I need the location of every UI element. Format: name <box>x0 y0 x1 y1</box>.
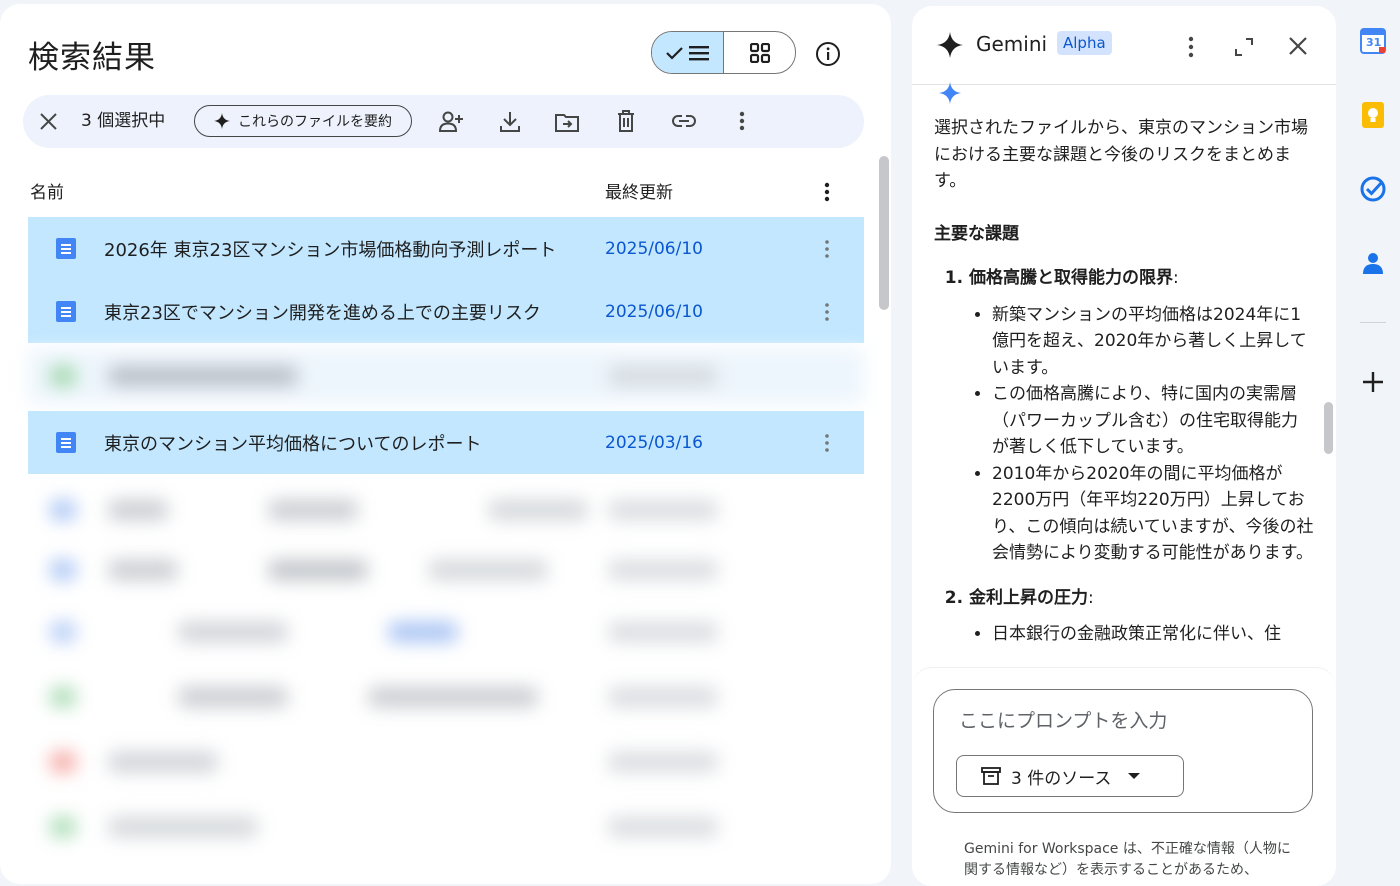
list-view-icon <box>689 45 709 60</box>
google-docs-icon <box>56 301 76 322</box>
bullet: 新築マンションの平均価格は2024年に1億円を超え、2020年から著しく上昇して… <box>992 302 1314 382</box>
blurred-row <box>28 604 864 660</box>
add-icon[interactable] <box>1360 369 1386 395</box>
close-icon[interactable] <box>1289 37 1307 55</box>
summarize-files-button[interactable]: これらのファイルを要約 <box>194 105 412 137</box>
close-icon[interactable] <box>40 113 57 130</box>
column-name[interactable]: 名前 <box>30 178 64 203</box>
more-vert-icon[interactable] <box>1188 36 1194 58</box>
gemini-sparkle-icon <box>937 32 963 58</box>
more-vert-icon[interactable] <box>739 111 745 131</box>
row-more-icon[interactable] <box>824 433 830 453</box>
bullet: 日本銀行の金融政策正常化に伴い、住 <box>992 621 1314 648</box>
file-date: 2025/06/10 <box>605 301 703 322</box>
gemini-header: Gemini Alpha <box>912 6 1336 85</box>
gemini-side-panel: Gemini Alpha 選択されたファイルから、東京のマンション市場における主… <box>912 6 1336 886</box>
selection-count: 3 個選択中 <box>81 111 166 131</box>
rail-divider <box>1360 322 1386 323</box>
file-date: 2025/03/16 <box>605 432 703 453</box>
issue-item: 価格高騰と取得能力の限界: 新築マンションの平均価格は2024年に1億円を超え、… <box>969 265 1314 567</box>
move-to-folder-icon[interactable] <box>555 112 579 132</box>
issue-list: 価格高騰と取得能力の限界: 新築マンションの平均価格は2024年に1億円を超え、… <box>934 265 1314 648</box>
prompt-input[interactable] <box>957 709 1291 733</box>
issue-title: 金利上昇の圧力 <box>969 587 1088 608</box>
issue-title: 価格高騰と取得能力の限界 <box>969 268 1173 288</box>
disclaimer: Gemini for Workspace は、不正確な情報（人物に関する情報など… <box>964 841 1291 878</box>
gemini-title: Gemini <box>976 32 1048 56</box>
prompt-box: 3 件のソース <box>933 689 1313 813</box>
issue-bullets: 日本銀行の金融政策正常化に伴い、住 <box>969 621 1314 648</box>
file-row[interactable]: 東京23区でマンション開発を進める上での主要リスク 2025/06/10 <box>28 280 864 343</box>
row-more-icon[interactable] <box>824 302 830 322</box>
selection-action-bar: 3 個選択中 これらのファイルを要約 <box>23 95 864 148</box>
blurred-row <box>28 669 864 725</box>
grid-view-icon <box>749 42 770 63</box>
file-row[interactable]: 東京のマンション平均価格についてのレポート 2025/03/16 <box>28 411 864 474</box>
summarize-label: これらのファイルを要約 <box>238 114 392 130</box>
google-docs-icon <box>56 238 76 259</box>
issue-item: 金利上昇の圧力: 日本銀行の金融政策正常化に伴い、住 <box>969 585 1314 648</box>
blurred-row <box>28 799 864 855</box>
view-toggle <box>651 31 796 74</box>
calendar-day: 31 <box>1366 36 1382 49</box>
google-keep-icon[interactable] <box>1360 102 1386 128</box>
column-modified[interactable]: 最終更新 <box>605 178 673 203</box>
page-title: 検索結果 <box>28 40 156 76</box>
file-row[interactable]: 2026年 東京23区マンション市場価格動向予測レポート 2025/06/10 <box>28 217 864 280</box>
response-section-title: 主要な課題 <box>934 223 1019 244</box>
link-icon[interactable] <box>672 114 696 128</box>
response-intro: 選択されたファイルから、東京のマンション市場における主要な課題と今後のリスクをま… <box>934 118 1308 191</box>
sources-icon <box>981 767 1001 785</box>
info-icon[interactable] <box>815 41 841 67</box>
blurred-row <box>28 734 864 790</box>
prompt-area: 3 件のソース Gemini for Workspace は、不正確な情報（人物… <box>912 667 1336 886</box>
sparkle-icon <box>214 113 230 129</box>
alpha-badge: Alpha <box>1057 31 1112 55</box>
issue-bullets: 新築マンションの平均価格は2024年に1億円を超え、2020年から著しく上昇して… <box>969 302 1314 567</box>
expand-icon[interactable] <box>1235 38 1253 56</box>
bullet: この価格高騰により、特に国内の実需層（パワーカップル含む）の住宅取得能力が著しく… <box>992 381 1314 461</box>
google-contacts-icon[interactable] <box>1360 250 1386 276</box>
file-name: 東京23区でマンション開発を進める上での主要リスク <box>104 302 541 324</box>
download-icon[interactable] <box>500 111 520 133</box>
gemini-response: 選択されたファイルから、東京のマンション市場における主要な課題と今後のリスクをま… <box>934 88 1314 668</box>
blurred-row <box>28 482 864 538</box>
row-more-icon[interactable] <box>824 239 830 259</box>
add-person-icon[interactable] <box>439 111 465 133</box>
blurred-row <box>28 348 864 404</box>
google-tasks-icon[interactable] <box>1360 176 1386 202</box>
list-view-button[interactable] <box>652 32 724 73</box>
google-docs-icon <box>56 432 76 453</box>
bullet: 2010年から2020年の間に平均価格が2200万円（年平均220万円）上昇して… <box>992 461 1314 567</box>
google-calendar-icon[interactable]: 31 <box>1360 28 1386 54</box>
scrollbar[interactable] <box>879 156 889 310</box>
file-name: 東京のマンション平均価格についてのレポート <box>104 433 482 455</box>
sources-button[interactable]: 3 件のソース <box>956 755 1184 797</box>
scrollbar[interactable] <box>1324 402 1333 454</box>
file-name: 2026年 東京23区マンション市場価格動向予測レポート <box>104 239 557 261</box>
more-vert-icon[interactable] <box>824 182 830 202</box>
search-results-panel: 検索結果 3 個選択中 これらのファイルを要約 名前 最終更新 2026年 東京… <box>0 4 891 884</box>
side-rail: 31 <box>1346 0 1400 869</box>
trash-icon[interactable] <box>617 110 635 132</box>
column-header: 名前 最終更新 <box>28 174 864 214</box>
sources-label: 3 件のソース <box>1011 768 1112 789</box>
check-icon <box>666 46 683 60</box>
grid-view-button[interactable] <box>724 32 795 73</box>
file-date: 2025/06/10 <box>605 238 703 259</box>
chevron-down-icon <box>1128 773 1141 779</box>
blurred-row <box>28 542 864 598</box>
